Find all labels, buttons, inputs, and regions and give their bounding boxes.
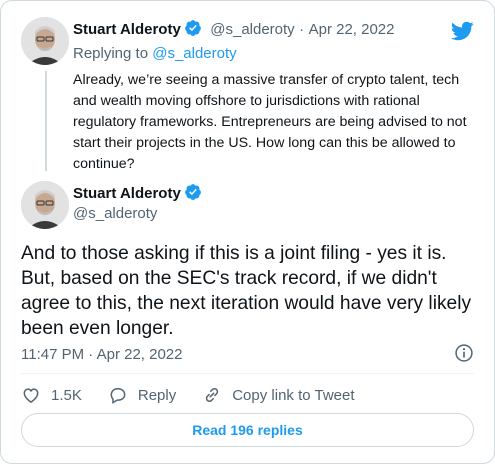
author-name[interactable]: Stuart Alderoty xyxy=(73,185,181,202)
link-icon xyxy=(206,387,219,403)
heart-icon xyxy=(23,388,39,403)
reply-label: Reply xyxy=(137,386,177,404)
replying-to: Replying to @s_alderoty xyxy=(73,45,237,62)
thread-connector xyxy=(45,71,47,171)
avatar[interactable] xyxy=(21,17,69,65)
tweet-date[interactable]: Apr 22, 2022 xyxy=(309,21,395,38)
quoted-tweet-header: Stuart Alderoty @s_alderoty · Apr 22, 20… xyxy=(73,19,395,39)
main-tweet-author: Stuart Alderoty xyxy=(73,183,202,203)
author-name[interactable]: Stuart Alderoty xyxy=(73,21,181,38)
replying-prefix: Replying to xyxy=(73,45,149,62)
avatar[interactable] xyxy=(21,181,69,229)
copy-link-button[interactable]: Copy link to Tweet xyxy=(202,385,355,405)
action-bar: 1.5K Reply Copy link to Tweet xyxy=(21,385,381,405)
replying-to-link[interactable]: @s_alderoty xyxy=(152,45,236,62)
main-tweet-text: And to those asking if this is a joint f… xyxy=(21,243,472,339)
tweet-timestamp[interactable]: 11:47 PM · Apr 22, 2022 xyxy=(21,346,183,363)
verified-badge-icon xyxy=(184,19,202,37)
divider xyxy=(21,373,474,374)
reply-button[interactable]: Reply xyxy=(108,385,176,405)
author-handle[interactable]: @s_alderoty xyxy=(73,205,157,222)
author-handle[interactable]: @s_alderoty xyxy=(210,21,294,38)
reply-bubble-icon xyxy=(110,388,126,404)
separator: · xyxy=(299,21,305,38)
like-button[interactable]: 1.5K xyxy=(21,385,82,405)
quoted-tweet-text: Already, we’re seeing a massive transfer… xyxy=(73,72,467,172)
like-count: 1.5K xyxy=(51,386,82,404)
copy-link-label: Copy link to Tweet xyxy=(232,386,355,404)
twitter-bird-icon[interactable] xyxy=(450,19,474,43)
info-icon[interactable] xyxy=(454,343,474,363)
read-replies-button[interactable]: Read 196 replies xyxy=(21,413,474,447)
verified-badge-icon xyxy=(184,183,202,201)
tweet-card: Stuart Alderoty @s_alderoty · Apr 22, 20… xyxy=(0,0,495,464)
